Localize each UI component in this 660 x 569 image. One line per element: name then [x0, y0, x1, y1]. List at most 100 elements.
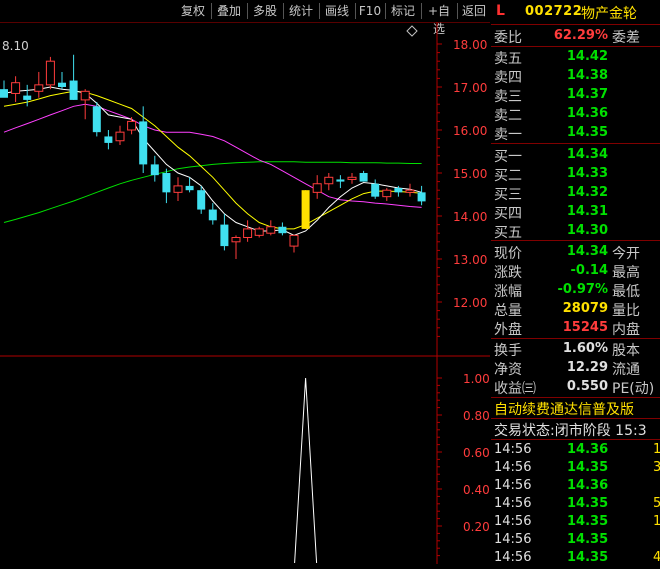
bid-row-5-value: 14.30	[566, 223, 608, 238]
tick-volume: 1	[653, 514, 660, 529]
price-axis-label: 14.00	[453, 210, 487, 224]
axis-labels: 18.00 17.00 16.00 15.00 14.00 13.00 12.00 8.10 1…	[2, 25, 490, 534]
bid-row-1-value: 14.34	[566, 147, 608, 162]
statistics-button[interactable]: 统计	[284, 2, 318, 20]
tick-row: 14:56 14.35 1	[491, 514, 660, 533]
bid-row-1: 买一 14.34	[491, 146, 660, 165]
bid-row-5-label: 买五	[494, 225, 522, 241]
candle-body	[34, 84, 44, 92]
candle-body	[359, 173, 368, 182]
bid-row-4: 买四 14.31	[491, 203, 660, 222]
tick-price: 14.35	[567, 460, 609, 475]
ask-row-4: 卖四 14.38	[491, 67, 660, 86]
multi-stock-button[interactable]: 多股	[248, 2, 282, 20]
candle-body	[394, 188, 403, 193]
tick-time: 14:56	[494, 514, 532, 529]
tick-time: 14:56	[494, 478, 532, 493]
fund-row-0: 换手 1.60% 股本	[491, 340, 660, 359]
tick-volume: 3	[653, 460, 660, 475]
stat-row-2-value: -0.97%	[557, 282, 609, 297]
kline-chart-area[interactable]: 18.00 17.00 16.00 15.00 14.00 13.00 12.00 8.10 1…	[0, 21, 490, 564]
fund-row-2-value: 0.550	[566, 379, 608, 394]
diamond-icon	[406, 25, 418, 37]
candle-body	[347, 176, 357, 180]
candle-body	[150, 164, 159, 176]
stat-row-0-label: 现价	[494, 246, 522, 262]
stat-row-4-value: 15245	[562, 320, 608, 335]
stat-row-3: 总量 28079 量比	[491, 300, 660, 319]
candle-body	[289, 234, 299, 247]
divider	[491, 418, 660, 419]
indicator-axis-label: 0.80	[463, 409, 490, 423]
divider	[491, 46, 660, 47]
candle-body	[336, 179, 345, 182]
ask-row-5: 卖五 14.42	[491, 48, 660, 67]
candle-body	[208, 209, 217, 221]
fund-row-1-value: 12.29	[566, 360, 608, 375]
wei-bi-value: 62.29%	[553, 28, 608, 43]
tick-row: 14:56 14.35 3	[491, 460, 660, 479]
back-button[interactable]: 返回	[458, 2, 490, 20]
chart-toolbar: 复权 叠加 多股 统计 画线 F10 标记 +自选 返回	[0, 0, 490, 36]
tick-price: 14.36	[567, 442, 609, 457]
candle-body	[92, 106, 101, 133]
stat-row-0-label2: 今开	[612, 246, 640, 262]
ask-row-4-label: 卖四	[494, 70, 522, 86]
ask-row-5-value: 14.42	[566, 49, 608, 64]
price-axis-label: 13.00	[453, 253, 487, 267]
price-axis-label: 12.00	[453, 296, 487, 310]
highlighted-candle	[301, 190, 310, 229]
stat-row-0: 现价 14.34 今开	[491, 243, 660, 262]
stock-header[interactable]: L 002722 物产金轮	[491, 0, 660, 24]
fuquan-button[interactable]: 复权	[176, 2, 210, 20]
f10-button[interactable]: F10	[356, 2, 384, 20]
tick-row: 14:56 14.35 4	[491, 550, 660, 569]
ma20-line	[3, 103, 422, 208]
stat-row-3-label2: 量比	[612, 303, 640, 319]
bid-row-1-label: 买一	[494, 149, 522, 165]
add-watchlist-button[interactable]: +自选	[422, 2, 456, 36]
tick-time: 14:56	[494, 550, 532, 565]
candle-body	[69, 80, 78, 100]
tick-time: 14:56	[494, 496, 532, 511]
ask-row-3-value: 14.37	[566, 87, 608, 102]
candle-body	[104, 136, 113, 143]
tick-price: 14.35	[567, 532, 609, 547]
bid-row-2-label: 买二	[494, 168, 522, 184]
chart-axes	[0, 21, 490, 564]
overlay-button[interactable]: 叠加	[212, 2, 246, 20]
fund-row-2-label: 收益㈢	[494, 381, 536, 397]
fund-row-1: 净资 12.29 流通	[491, 359, 660, 378]
candle-body	[417, 192, 426, 202]
candle-body	[266, 226, 276, 234]
mark-button[interactable]: 标记	[386, 2, 420, 20]
stat-row-0-value: 14.34	[566, 244, 608, 259]
candle-body	[231, 237, 241, 243]
candle-body	[45, 60, 55, 86]
bid-row-2-value: 14.33	[566, 166, 608, 181]
candle-body	[185, 185, 194, 191]
kline-chart-svg[interactable]: 18.00 17.00 16.00 15.00 14.00 13.00 12.00 8.10 1…	[0, 21, 490, 564]
tick-row: 14:56 14.35 5	[491, 496, 660, 515]
tick-volume: 4	[653, 550, 660, 565]
tick-row: 14:56 14.36 1	[491, 442, 660, 461]
auto-renew-banner[interactable]: 自动续费通达信普及版	[494, 399, 634, 419]
price-axis-label: 16.00	[453, 124, 487, 138]
bid-row-3: 买三 14.32	[491, 184, 660, 203]
stat-row-2-label2: 最低	[612, 284, 640, 300]
tick-row: 14:56 14.36	[491, 478, 660, 497]
candle-body	[58, 82, 66, 87]
indicator-panel	[294, 377, 318, 564]
fund-row-2-label2: PE(动)	[612, 381, 655, 397]
bid-row-2: 买二 14.33	[491, 165, 660, 184]
candle-body	[405, 189, 415, 193]
ask-row-1: 卖一 14.35	[491, 124, 660, 143]
draw-line-button[interactable]: 画线	[320, 2, 354, 20]
candle-body	[115, 131, 125, 142]
candle-body	[139, 121, 148, 165]
fund-row-1-label: 净资	[494, 362, 522, 378]
stock-name: 物产金轮	[581, 6, 637, 22]
candle-body	[162, 173, 171, 193]
candle-body	[197, 190, 206, 210]
tick-price: 14.35	[567, 496, 609, 511]
